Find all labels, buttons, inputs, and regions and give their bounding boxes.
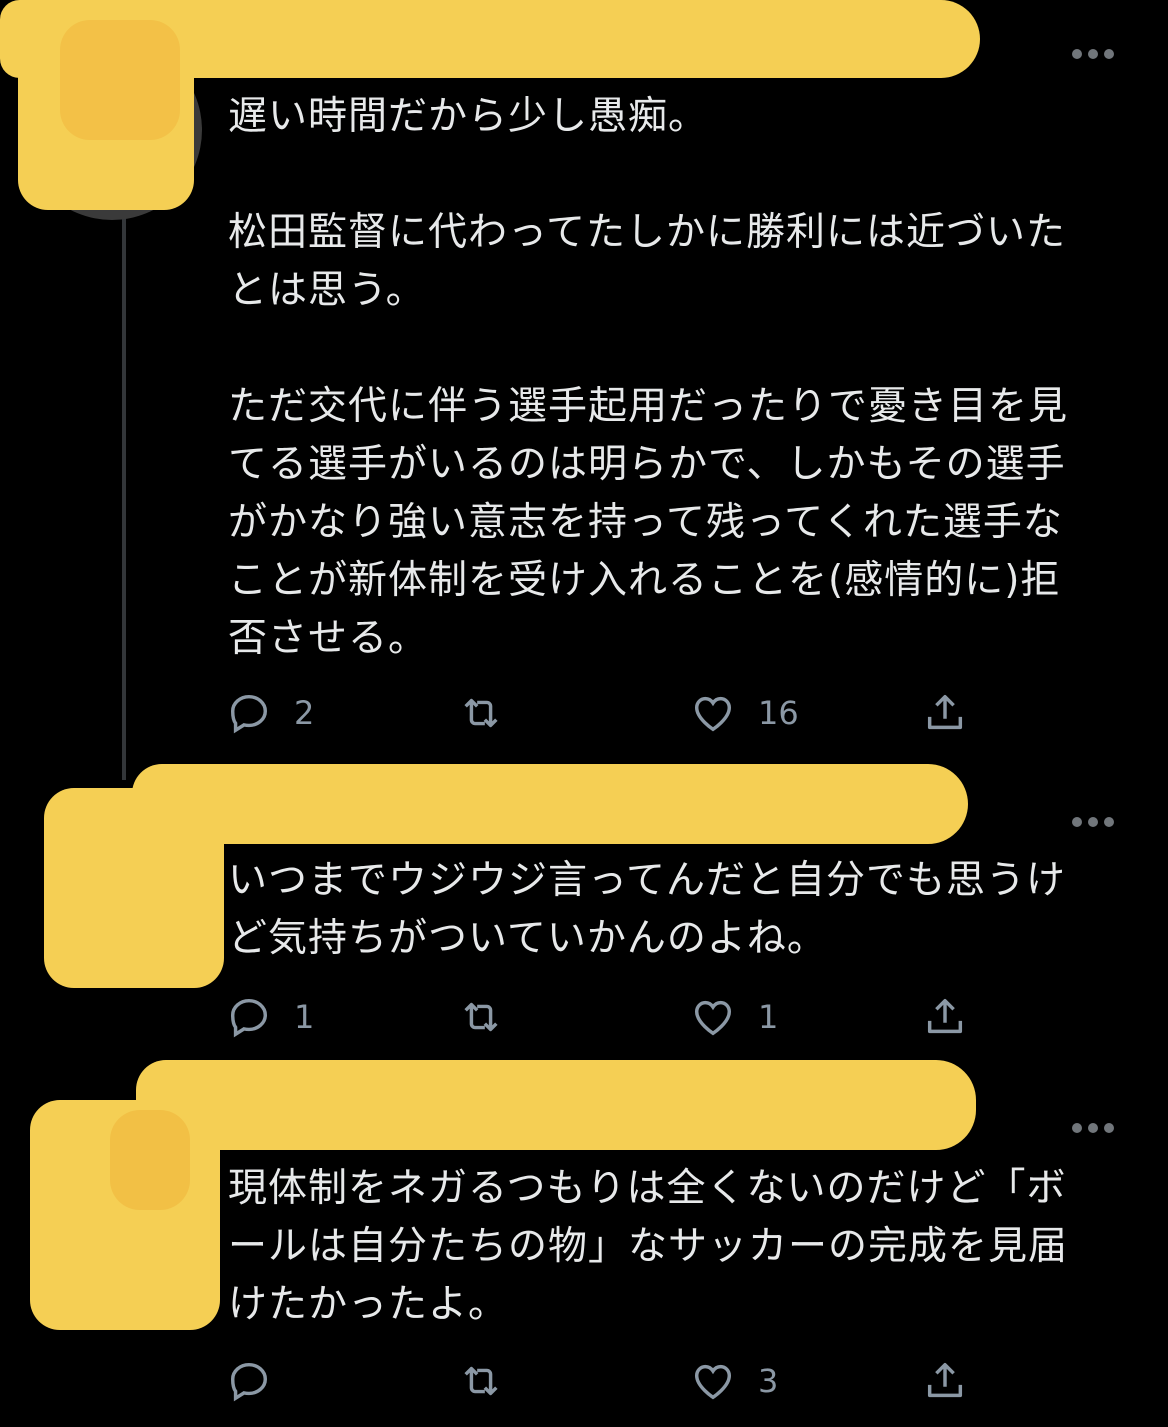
reply-icon	[230, 694, 268, 734]
redaction	[136, 1060, 976, 1150]
share-button[interactable]	[922, 992, 968, 1042]
like-count: 3	[758, 1362, 779, 1400]
reply-icon	[230, 998, 268, 1038]
like-button[interactable]: 16	[690, 688, 799, 738]
retweet-button[interactable]	[458, 992, 504, 1042]
tweet-1: 遅い時間だから少し愚痴。 松田監督に代わってたしかに勝利には近づいた とは思う。…	[0, 0, 1168, 760]
more-icon[interactable]	[1072, 816, 1114, 828]
redaction	[110, 1110, 190, 1210]
retweet-button[interactable]	[458, 1356, 504, 1406]
like-icon	[694, 696, 732, 732]
tweet-text: いつまでウジウジ言ってんだと自分でも思うけ ど気持ちがついていかんのよね。	[228, 858, 1067, 961]
tweet-text: 遅い時間だから少し愚痴。 松田監督に代わってたしかに勝利には近づいた とは思う。…	[228, 94, 1069, 661]
like-button[interactable]: 3	[690, 1356, 778, 1406]
retweet-icon	[464, 698, 498, 728]
reply-button[interactable]: 2	[226, 688, 314, 738]
reply-icon	[230, 1362, 268, 1402]
redaction	[132, 764, 968, 844]
retweet-icon	[464, 1002, 498, 1032]
tweet-text: 現体制をネガるつもりは全くないのだけど「ボ ールは自分たちの物」なサッカーの完成…	[228, 1166, 1069, 1327]
reply-button[interactable]: 1	[226, 992, 314, 1042]
tweet-3: 現体制をネガるつもりは全くないのだけど「ボ ールは自分たちの物」なサッカーの完成…	[0, 1060, 1168, 1427]
share-button[interactable]	[922, 688, 968, 738]
share-icon	[927, 694, 963, 730]
like-count: 16	[758, 694, 799, 732]
tweet-actions: 2 16	[226, 688, 986, 738]
reply-button[interactable]	[226, 1356, 294, 1406]
more-icon[interactable]	[1072, 48, 1114, 60]
more-icon[interactable]	[1072, 1122, 1114, 1134]
like-icon	[694, 1364, 732, 1400]
reply-count: 1	[294, 998, 315, 1036]
tweet-actions: 3	[226, 1356, 986, 1406]
reply-count: 2	[294, 694, 315, 732]
share-icon	[927, 1362, 963, 1398]
like-button[interactable]: 1	[690, 992, 778, 1042]
redaction	[60, 20, 180, 140]
share-icon	[927, 998, 963, 1034]
retweet-icon	[464, 1366, 498, 1396]
retweet-button[interactable]	[458, 688, 504, 738]
share-button[interactable]	[922, 1356, 968, 1406]
like-count: 1	[758, 998, 779, 1036]
tweet-actions: 1 1	[226, 992, 986, 1042]
redaction	[44, 788, 224, 988]
tweet-2: いつまでウジウジ言ってんだと自分でも思うけ ど気持ちがついていかんのよね。 1 …	[0, 760, 1168, 1060]
like-icon	[694, 1000, 732, 1036]
